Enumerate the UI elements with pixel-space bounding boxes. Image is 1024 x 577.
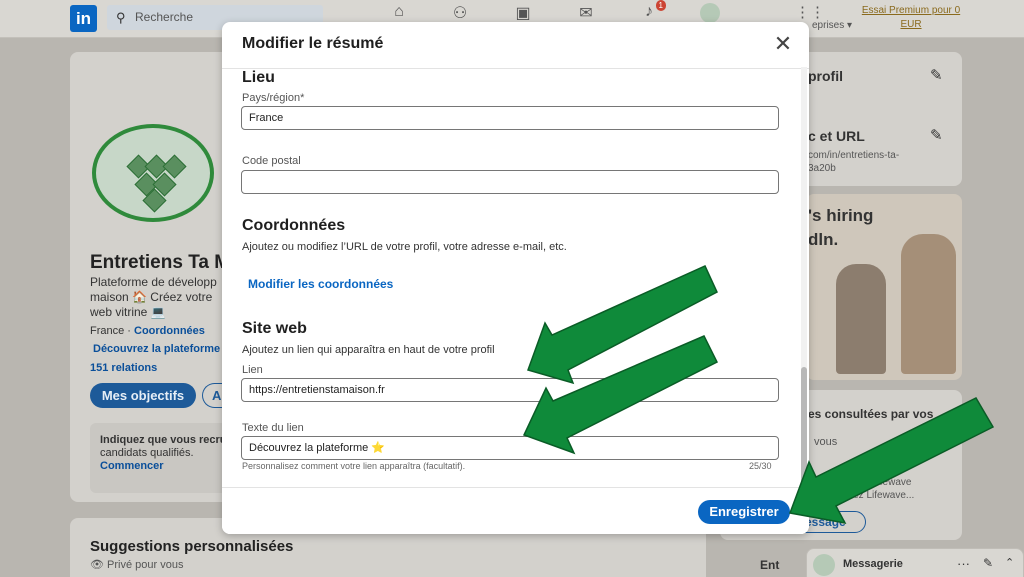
country-field[interactable]: France xyxy=(241,106,779,130)
recruit-text-1: Indiquez que vous recru xyxy=(100,434,227,446)
network-icon[interactable]: ⚇ xyxy=(449,3,471,23)
close-icon[interactable]: ✕ xyxy=(771,33,795,57)
jobs-icon[interactable]: ▣ xyxy=(512,3,534,23)
for-business-menu[interactable]: eprises ▾ xyxy=(812,20,852,31)
ad-text-1: 's hiring xyxy=(808,206,874,225)
location-section-title: Lieu xyxy=(242,69,275,86)
website-description: Ajoutez un lien qui apparaîtra en haut d… xyxy=(242,344,495,356)
search-icon: ⚲ xyxy=(116,10,126,25)
save-button[interactable]: Enregistrer xyxy=(698,500,790,524)
more-options-icon[interactable]: ··· xyxy=(957,556,970,571)
edit-profile-label: profil xyxy=(808,68,843,84)
profile-name: Entretiens Ta M xyxy=(90,252,231,273)
ad-banner[interactable]: 's hiring dln. xyxy=(806,194,962,380)
link-text-helper: Personnalisez comment votre lien apparaî… xyxy=(242,461,466,471)
compose-icon[interactable]: ✎ xyxy=(983,556,993,570)
website-link-label: Lien xyxy=(242,364,263,376)
edit-pencil-icon[interactable]: ✎ xyxy=(930,66,943,84)
ad-person-left xyxy=(836,264,886,374)
public-url-label: c et URL xyxy=(808,128,865,144)
location-text: France · xyxy=(90,325,135,337)
edit-intro-dialog: Modifier le résumé ✕ Lieu Pays/région* F… xyxy=(222,22,809,534)
website-link[interactable]: Découvrez la plateforme xyxy=(93,343,220,355)
public-url-line2: 3a20b xyxy=(808,163,836,174)
messaging-dock[interactable]: Messagerie ··· ✎ ⌃ xyxy=(806,548,1024,577)
character-counter: 25/30 xyxy=(749,461,772,471)
postal-code-label: Code postal xyxy=(242,155,301,167)
suggestions-title: Suggestions personnalisées xyxy=(90,538,294,555)
home-icon[interactable]: ⌂ xyxy=(388,3,410,23)
ad-text-2: dln. xyxy=(808,230,839,249)
profile-headline-line3: web vitrine 💻 xyxy=(90,305,166,319)
dialog-body[interactable]: Lieu Pays/région* France Code postal Coo… xyxy=(222,69,809,485)
logo-hexagons xyxy=(124,154,187,213)
dialog-footer: Enregistrer xyxy=(222,487,809,534)
viewed-subtitle: vous xyxy=(814,436,838,448)
company-logo xyxy=(92,124,214,222)
contact-description: Ajoutez ou modifiez l’URL de votre profi… xyxy=(242,241,567,253)
dialog-title: Modifier le résumé xyxy=(242,35,384,52)
relations-link[interactable]: 151 relations xyxy=(90,362,157,374)
website-url-field[interactable]: https://entretienstamaison.fr xyxy=(241,378,779,402)
search-placeholder: Recherche xyxy=(135,10,194,24)
suggestions-privacy: Privé pour vous xyxy=(107,559,184,571)
profile-headline-line1: Plateforme de développ xyxy=(90,275,217,289)
suggestions-subtitle: 👁 Privé pour vous xyxy=(90,558,183,571)
chevron-up-icon[interactable]: ⌃ xyxy=(1005,556,1014,569)
website-section-title: Site web xyxy=(242,320,307,337)
objectives-button[interactable]: Mes objectifs xyxy=(90,383,196,408)
scrollbar-thumb[interactable] xyxy=(801,367,807,487)
messaging-icon[interactable]: ✉ xyxy=(575,3,597,23)
dialog-scrollbar[interactable] xyxy=(801,67,807,487)
dialog-header: Modifier le résumé ✕ xyxy=(222,22,809,69)
link-text-label: Texte du lien xyxy=(242,422,304,434)
notification-badge: 1 xyxy=(655,0,666,11)
notifications-icon[interactable]: ♪ 1 xyxy=(638,0,666,23)
contact-info-link[interactable]: Coordonnées xyxy=(134,325,205,337)
public-url-line1: com/in/entretiens-ta- xyxy=(808,150,900,161)
linkedin-logo[interactable]: in xyxy=(70,5,97,32)
bottom-company-snippet: Ent xyxy=(760,558,780,572)
ad-person-right xyxy=(901,234,956,374)
eye-icon: 👁 xyxy=(90,559,108,571)
profile-location: France · Coordonnées xyxy=(90,325,205,337)
recruit-box: Indiquez que vous recru candidats qualif… xyxy=(90,423,230,493)
viewed-item-2: enez Lifewave... xyxy=(842,490,915,501)
postal-code-field[interactable] xyxy=(241,170,779,194)
contact-section-title: Coordonnées xyxy=(242,217,346,234)
link-text-field[interactable]: Découvrez la plateforme ⭐ xyxy=(241,436,779,460)
viewed-item-1: Lifewave xyxy=(872,477,912,488)
premium-trial-link[interactable]: Essai Premium pour 0 EUR xyxy=(860,4,962,32)
recruit-start-link[interactable]: Commencer xyxy=(100,460,164,472)
messaging-label: Messagerie xyxy=(843,558,903,570)
edit-contact-info-link[interactable]: Modifier les coordonnées xyxy=(248,277,393,291)
me-avatar[interactable] xyxy=(700,3,720,23)
recruit-text-2: candidats qualifiés. xyxy=(100,447,194,459)
messaging-avatar xyxy=(813,554,835,576)
viewed-title: es consultées par vos xyxy=(808,407,934,421)
profile-headline-line2: maison 🏠 Créez votre xyxy=(90,290,213,304)
edit-url-pencil-icon[interactable]: ✎ xyxy=(930,126,943,144)
country-label: Pays/région* xyxy=(242,92,305,104)
